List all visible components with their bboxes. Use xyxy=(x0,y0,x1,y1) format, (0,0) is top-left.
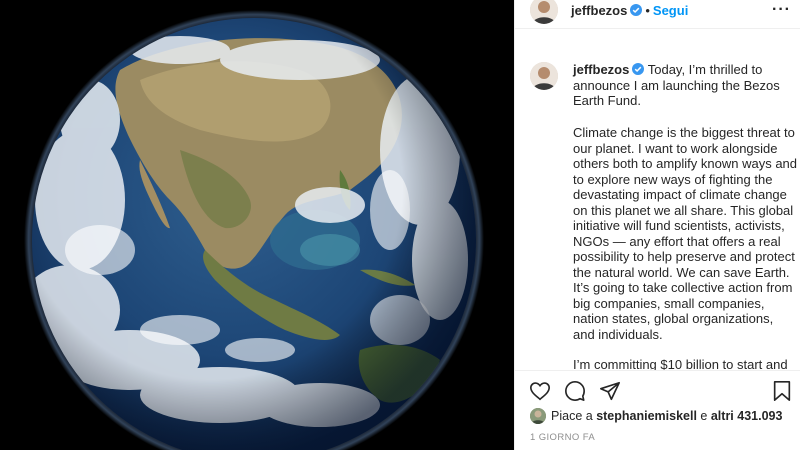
post-side-panel: jeffbezos • Segui ··· jeffbezos Today, I’m… xyxy=(514,0,800,450)
more-options-icon[interactable]: ··· xyxy=(772,2,791,18)
likes-summary[interactable]: Piace a stephaniemiskell e altri 431.093 xyxy=(515,405,800,427)
caption-area: jeffbezos Today, I’m thrilled to announc… xyxy=(515,56,800,370)
paper-plane-icon[interactable] xyxy=(599,380,621,402)
post-header: jeffbezos • Segui ··· xyxy=(515,0,800,29)
likes-count[interactable]: altri 431.093 xyxy=(711,409,783,423)
post-username[interactable]: jeffbezos xyxy=(571,3,627,18)
bookmark-icon[interactable] xyxy=(771,380,793,402)
heart-icon[interactable] xyxy=(529,380,551,402)
caption-intro: jeffbezos Today, I’m thrilled to announc… xyxy=(573,62,793,109)
avatar[interactable] xyxy=(530,0,558,24)
earth-image xyxy=(0,0,514,450)
likes-conjunction: e xyxy=(700,409,708,423)
post-photo[interactable] xyxy=(0,0,514,450)
verified-badge-icon xyxy=(630,4,643,16)
caption-body: Climate change is the biggest threat to … xyxy=(573,125,798,342)
follow-button[interactable]: Segui xyxy=(653,3,688,18)
comment-icon[interactable] xyxy=(564,380,586,402)
action-bar xyxy=(515,370,800,409)
separator-dot: • xyxy=(645,3,650,18)
liker-username[interactable]: stephaniemiskell xyxy=(596,409,697,423)
liker-avatar[interactable] xyxy=(530,408,546,424)
caption-username[interactable]: jeffbezos xyxy=(573,62,629,77)
post-timestamp: 1 giorno fa xyxy=(530,432,596,443)
avatar[interactable] xyxy=(530,62,558,90)
caption-continuation: I’m committing $10 billion to start and xyxy=(573,357,788,370)
likes-prefix: Piace a xyxy=(551,409,593,423)
verified-badge-icon xyxy=(632,63,645,75)
